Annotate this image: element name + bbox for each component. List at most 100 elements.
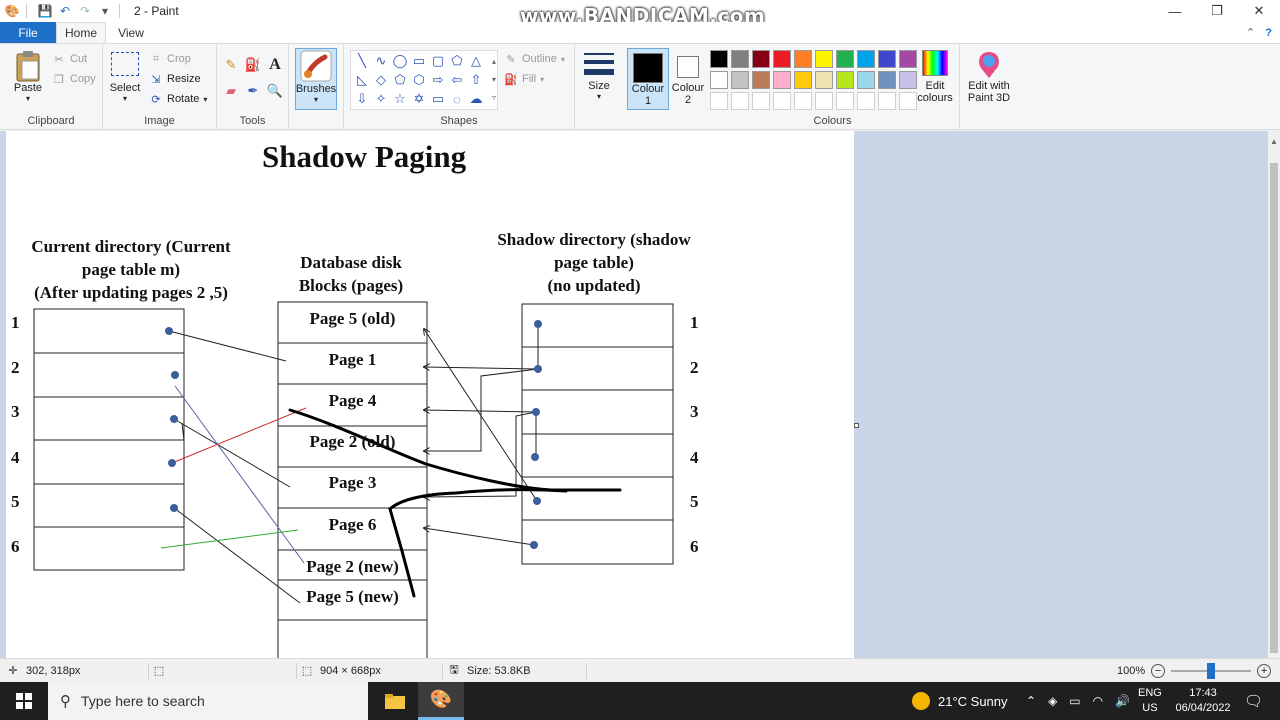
scrollbar-thumb[interactable] (1270, 163, 1278, 653)
custom-colour-slot[interactable] (815, 92, 833, 110)
copy-button[interactable]: ❐ Copy (52, 72, 96, 86)
file-explorer-app[interactable] (372, 682, 418, 720)
custom-colour-slot[interactable] (857, 92, 875, 110)
rect-callout-shape-icon[interactable]: ▭ (429, 90, 447, 108)
edit-with-paint3d-button[interactable]: Edit with Paint 3D (962, 50, 1016, 104)
colour-swatch[interactable] (794, 50, 812, 68)
start-button[interactable] (0, 682, 48, 720)
oval-callout-shape-icon[interactable]: ◌ (448, 90, 466, 108)
tray-app-icon[interactable]: ◈ (1048, 694, 1057, 708)
colour-swatch[interactable] (878, 50, 896, 68)
minimize-button[interactable]: — (1154, 0, 1196, 22)
save-icon[interactable]: 💾 (37, 3, 53, 19)
zoom-slider-thumb[interactable] (1207, 662, 1216, 679)
select-button[interactable]: Select ▾ (107, 52, 143, 103)
collapse-ribbon-icon[interactable]: ⌃ (1246, 26, 1255, 39)
fill-button[interactable]: ⛽ Fill ▾ (504, 72, 544, 86)
custom-colour-slot[interactable] (731, 92, 749, 110)
rounded-rectangle-shape-icon[interactable]: ▢ (429, 52, 447, 70)
canvas-resize-handle[interactable] (854, 423, 859, 428)
magnifier-icon[interactable]: 🔍 (266, 82, 284, 100)
tab-home[interactable]: Home (56, 22, 106, 43)
vertical-scrollbar[interactable]: ▲ (1268, 131, 1280, 658)
rectangle-shape-icon[interactable]: ▭ (410, 52, 428, 70)
custom-colour-slot[interactable] (710, 92, 728, 110)
colour-swatch[interactable] (857, 50, 875, 68)
colour-swatch[interactable] (857, 71, 875, 89)
customize-quick-access-icon[interactable]: ▾ (97, 3, 113, 19)
paint-app[interactable]: 🎨 (418, 682, 464, 720)
curve-shape-icon[interactable]: ∿ (372, 52, 390, 70)
colour-swatch[interactable] (710, 50, 728, 68)
left-arrow-shape-icon[interactable]: ⇦ (448, 71, 466, 89)
polygon-shape-icon[interactable]: ⬠ (448, 52, 466, 70)
colour-2-button[interactable]: Colour 2 (670, 48, 706, 110)
diamond-shape-icon[interactable]: ◇ (372, 71, 390, 89)
weather-widget[interactable]: 21°C Sunny (912, 682, 1008, 720)
custom-colour-slot[interactable] (794, 92, 812, 110)
paste-button[interactable]: Paste ▾ (8, 50, 48, 103)
custom-colour-slot[interactable] (752, 92, 770, 110)
maximize-button[interactable]: ❐ (1196, 0, 1238, 22)
zoom-out-icon[interactable]: − (1151, 663, 1166, 678)
pentagon-shape-icon[interactable]: ⬠ (391, 71, 409, 89)
volume-icon[interactable]: 🔊 (1115, 694, 1130, 708)
hexagon-shape-icon[interactable]: ⬡ (410, 71, 428, 89)
cut-button[interactable]: ✂ Cut (52, 52, 87, 66)
text-icon[interactable]: A (266, 56, 284, 74)
zoom-slider[interactable] (1171, 662, 1252, 679)
colour-1-button[interactable]: Colour 1 (627, 48, 669, 110)
cloud-callout-shape-icon[interactable]: ☁ (467, 90, 485, 108)
battery-icon[interactable]: ▭ (1069, 694, 1080, 708)
pencil-icon[interactable]: ✎ (222, 56, 240, 74)
tab-view[interactable]: View (106, 22, 156, 43)
colour-swatch[interactable] (773, 50, 791, 68)
colour-swatch[interactable] (794, 71, 812, 89)
right-triangle-shape-icon[interactable]: ◺ (353, 71, 371, 89)
line-shape-icon[interactable]: ╲ (353, 52, 371, 70)
custom-colour-slot[interactable] (773, 92, 791, 110)
zoom-in-icon[interactable]: + (1257, 663, 1272, 678)
colour-swatch[interactable] (710, 71, 728, 89)
chevron-up-icon[interactable]: ⌃ (1026, 694, 1036, 708)
redo-icon[interactable]: ↷ (77, 3, 93, 19)
notification-button[interactable]: 🗨 (1244, 682, 1263, 720)
edit-colours-button[interactable]: Edit colours (914, 50, 956, 104)
eraser-icon[interactable]: ▰ (222, 82, 240, 100)
brushes-button[interactable]: Brushes ▾ (295, 48, 337, 110)
crop-button[interactable]: ⌗ Crop (149, 52, 191, 66)
resize-button[interactable]: ⇲ Resize (149, 72, 200, 86)
custom-colour-slot[interactable] (878, 92, 896, 110)
wifi-icon[interactable]: ◠ (1093, 694, 1103, 708)
size-button[interactable]: Size ▾ (581, 50, 617, 101)
colour-swatch[interactable] (836, 71, 854, 89)
close-button[interactable]: ✕ (1238, 0, 1280, 22)
right-arrow-shape-icon[interactable]: ⇨ (429, 71, 447, 89)
down-arrow-shape-icon[interactable]: ⇩ (353, 90, 371, 108)
four-point-star-shape-icon[interactable]: ✧ (372, 90, 390, 108)
colour-swatch[interactable] (815, 50, 833, 68)
gallery-scroll[interactable]: ▴ ▾ ▿ (492, 53, 496, 107)
triangle-shape-icon[interactable]: △ (467, 52, 485, 70)
language-indicator[interactable]: ENG US (1138, 682, 1162, 720)
clock[interactable]: 17:43 06/04/2022 (1172, 682, 1234, 720)
oval-shape-icon[interactable]: ◯ (391, 52, 409, 70)
rotate-button[interactable]: ⟳ Rotate ▾ (149, 92, 207, 106)
outline-button[interactable]: ✎ Outline ▾ (504, 52, 564, 66)
five-point-star-shape-icon[interactable]: ☆ (391, 90, 409, 108)
tab-file[interactable]: File (0, 22, 56, 43)
colour-swatch[interactable] (731, 50, 749, 68)
drawing-canvas[interactable]: Shadow Paging Current directory (Current… (6, 131, 854, 658)
colour-swatch[interactable] (815, 71, 833, 89)
undo-icon[interactable]: ↶ (57, 3, 73, 19)
scroll-up-icon[interactable]: ▲ (1270, 137, 1278, 146)
colour-swatch[interactable] (878, 71, 896, 89)
colour-swatch[interactable] (752, 71, 770, 89)
colour-swatch[interactable] (836, 50, 854, 68)
colour-swatch[interactable] (752, 50, 770, 68)
custom-colour-slot[interactable] (836, 92, 854, 110)
taskbar-search[interactable]: ⚲ Type here to search (48, 682, 368, 720)
color-picker-icon[interactable]: ✒ (244, 82, 262, 100)
colour-swatch[interactable] (731, 71, 749, 89)
colour-swatch[interactable] (773, 71, 791, 89)
